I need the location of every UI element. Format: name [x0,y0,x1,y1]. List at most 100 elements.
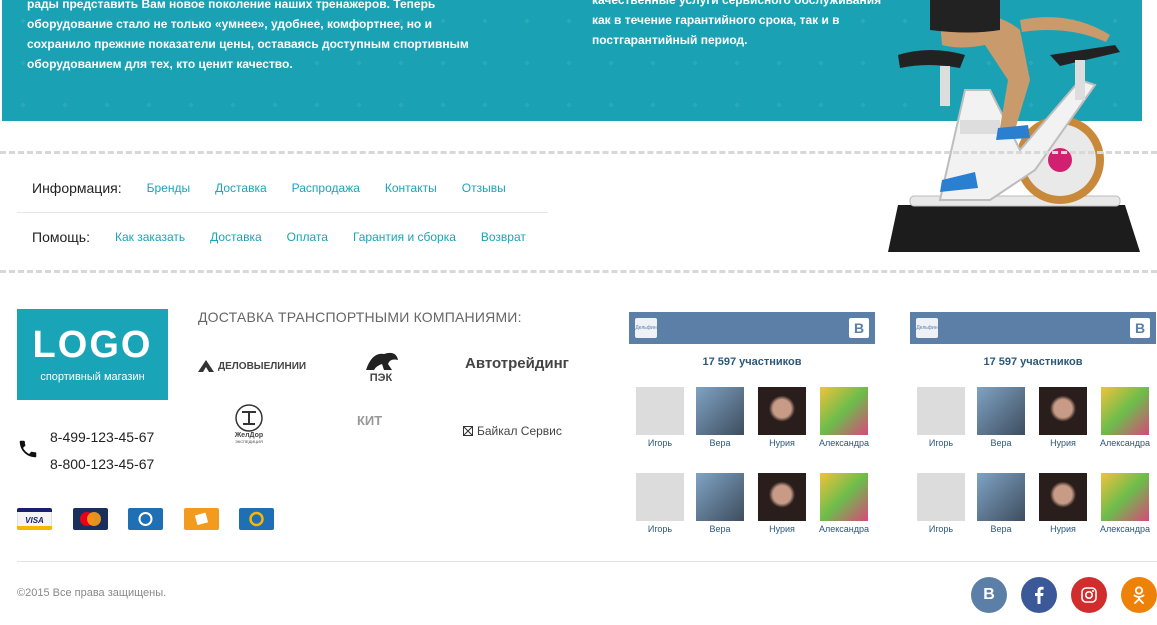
nav-link-sale[interactable]: Распродажа [292,181,360,195]
nav-link-delivery[interactable]: Доставка [215,181,267,195]
vk-member[interactable]: Вера [973,387,1029,448]
member-name: Вера [990,438,1012,448]
baikal-service-mark-icon [463,426,473,436]
member-avatar [1039,473,1087,521]
facebook-icon[interactable] [1021,577,1057,613]
member-name: Нурия [769,524,795,534]
nav-link-warranty[interactable]: Гарантия и сборка [353,230,456,244]
member-avatar [977,473,1025,521]
banner-text-right: качественные услуги сервисного обслужива… [592,0,882,47]
exercise-bike-image [888,0,1140,252]
zheldor-logo: ЖелДор ЭКСПЕДИЦИЯ [232,404,266,444]
vk-member[interactable]: Вера [692,473,748,534]
vk-member[interactable]: Александра [816,473,872,534]
vk-member[interactable]: Игорь [913,387,969,448]
logo-subtitle: спортивный магазин [40,371,145,383]
nav-link-payment[interactable]: Оплата [287,230,328,244]
member-avatar [758,387,806,435]
zheldor-emblem-icon [235,404,263,432]
member-avatar [696,473,744,521]
pek-logo: ПЭК [362,350,400,384]
avtotreiding-label: Автотрейдинг [465,355,569,372]
baikal-service-label: Байкал Сервис [477,424,562,438]
pek-label: ПЭК [369,372,393,384]
webmoney-icon [128,508,163,530]
phone-number-2[interactable]: 8-800-123-45-67 [50,456,154,472]
nav-link-contacts[interactable]: Контакты [385,181,437,195]
member-avatar [1101,387,1149,435]
member-name: Игорь [647,438,673,448]
vk-member-count[interactable]: 17 597 участников [910,356,1156,368]
nav-link-brands[interactable]: Бренды [147,181,190,195]
nav-link-help-delivery[interactable]: Доставка [210,230,262,244]
mastercard-icon [73,508,108,530]
member-avatar [917,387,965,435]
nav-link-returns[interactable]: Возврат [481,230,526,244]
vk-member[interactable]: Нурия [1035,387,1091,448]
baikal-service-logo: Байкал Сервис [463,424,562,438]
pek-horse-icon [366,352,398,370]
member-name: Александра [1099,438,1151,448]
vk-member[interactable]: Александра [816,387,872,448]
banner-text-left: рады представить Вам новое поколение наш… [27,0,469,71]
member-avatar [696,387,744,435]
phone-number-1[interactable]: 8-499-123-45-67 [50,429,154,445]
member-avatar [758,473,806,521]
vk-member[interactable]: Александра [1097,387,1153,448]
member-avatar [636,473,684,521]
vk-member[interactable]: Вера [973,473,1029,534]
vk-member[interactable]: Игорь [913,473,969,534]
vk-group-widget[interactable]: Дельфин B 17 597 участников Игорь Вера Н… [629,312,875,542]
site-logo[interactable]: LOGO спортивный магазин [17,309,168,400]
member-name: Нурия [769,438,795,448]
info-nav-title: Информация: [32,180,122,196]
vk-member[interactable]: Игорь [632,387,688,448]
member-name: Игорь [647,524,673,534]
member-avatar [636,387,684,435]
help-nav-title: Помощь: [32,229,90,245]
dashed-separator [0,151,1157,154]
qiwi-icon [239,508,274,530]
vk-member[interactable]: Игорь [632,473,688,534]
vk-member[interactable]: Нурия [754,387,810,448]
visa-icon: VISA [17,508,52,530]
zheldor-tagline: ЭКСПЕДИЦИЯ [235,439,263,444]
member-avatar [977,387,1025,435]
delovye-linii-logo: ДЕЛОВЫЕЛИНИИ [198,360,306,372]
odnoklassniki-icon[interactable] [1121,577,1157,613]
footer-divider [17,561,1157,562]
member-avatar [820,387,868,435]
svg-text:VISA: VISA [25,516,44,525]
vk-group-avatar: Дельфин [916,318,938,338]
dashed-separator [0,270,1157,273]
member-name: Вера [709,524,731,534]
delovye-linii-label: ДЕЛОВЫЕЛИНИИ [218,360,307,372]
member-avatar [820,473,868,521]
vk-logo-icon: B [1130,318,1150,338]
copyright-text: ©2015 Все права защищены. [17,587,167,599]
avtotreiding-logo: Автотрейдинг [465,355,569,372]
vk-icon[interactable]: B [971,577,1007,613]
member-name: Игорь [928,438,954,448]
member-name: Александра [818,524,870,534]
vk-widget-header: Дельфин B [910,312,1156,344]
vk-widget-header: Дельфин B [629,312,875,344]
member-name: Александра [1099,524,1151,534]
logo-title: LOGO [32,324,153,366]
vk-member[interactable]: Вера [692,387,748,448]
nav-link-reviews[interactable]: Отзывы [462,181,506,195]
nav-link-how-to-order[interactable]: Как заказать [115,230,185,244]
member-avatar [1101,473,1149,521]
vk-member[interactable]: Нурия [754,473,810,534]
delovye-linii-mark-icon [198,360,214,372]
vk-member-count[interactable]: 17 597 участников [629,356,875,368]
yandex-money-icon [184,508,219,530]
vk-member[interactable]: Нурия [1035,473,1091,534]
phone-icon [19,440,37,458]
instagram-icon[interactable] [1071,577,1107,613]
vk-group-widget[interactable]: Дельфин B 17 597 участников Игорь Вера Н… [910,312,1156,542]
vk-member[interactable]: Александра [1097,473,1153,534]
kit-label: КИТ [357,413,383,428]
vk-logo-icon: B [849,318,869,338]
shipping-title: ДОСТАВКА ТРАНСПОРТНЫМИ КОМПАНИЯМИ: [198,309,522,325]
